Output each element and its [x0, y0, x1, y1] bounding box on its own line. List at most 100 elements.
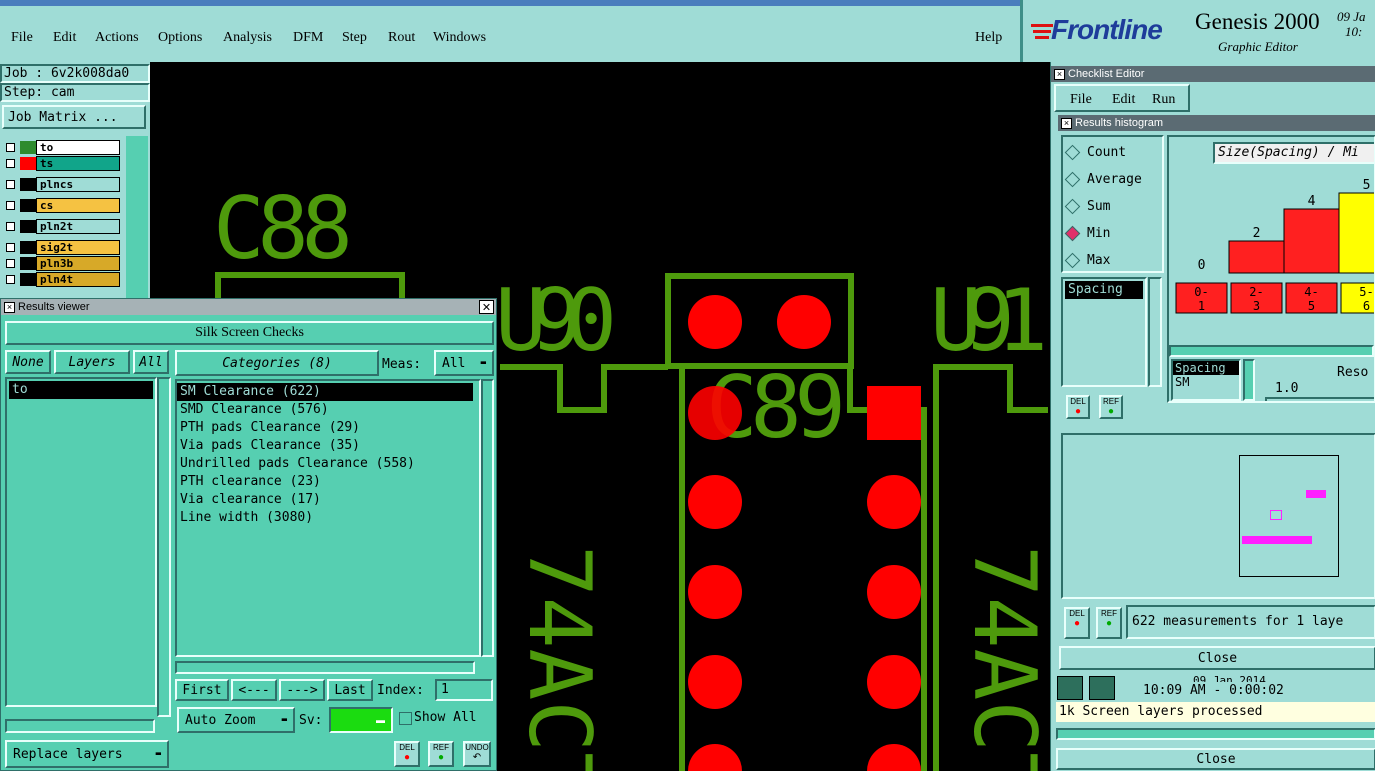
show-all-checkbox[interactable]	[399, 712, 412, 725]
layer-name[interactable]: to	[36, 140, 120, 155]
checklist-close-button[interactable]: Close	[1056, 748, 1375, 770]
layers-vscroll[interactable]	[157, 377, 171, 717]
category-item[interactable]: Undrilled pads Clearance (558)	[177, 455, 479, 473]
minimap[interactable]	[1239, 455, 1339, 577]
menu-help[interactable]: Help	[975, 30, 1002, 46]
histogram-option-count[interactable]: Count	[1064, 142, 1126, 162]
layer-color-swatch[interactable]	[20, 157, 36, 170]
categories-button[interactable]: Categories (8)	[175, 350, 379, 376]
category-item[interactable]: SM Clearance (622)	[177, 383, 473, 401]
category-item[interactable]: Via pads Clearance (35)	[177, 437, 479, 455]
menu-rout[interactable]: Rout	[388, 30, 415, 46]
sv-color-select[interactable]: ▬	[329, 707, 393, 733]
undo-button[interactable]: UNDO ↶	[463, 741, 491, 767]
job-matrix-button[interactable]: Job Matrix ...	[2, 105, 146, 129]
layer-color-swatch[interactable]	[20, 199, 36, 212]
histogram-option-sum[interactable]: Sum	[1064, 196, 1110, 216]
histogram-list2[interactable]: Spacing SM	[1171, 359, 1241, 401]
histogram-list1-scroll[interactable]	[1148, 277, 1162, 387]
meas-select[interactable]: All ▬	[434, 350, 494, 376]
layer-row-pln3b[interactable]: pln3b	[2, 256, 122, 271]
last-button[interactable]: Last	[327, 679, 373, 701]
run-all-icon[interactable]	[1089, 676, 1115, 700]
layer-checkbox[interactable]	[6, 143, 15, 152]
layer-checkbox[interactable]	[6, 180, 15, 189]
histogram-bar[interactable]	[1338, 192, 1374, 274]
layer-name[interactable]: sig2t	[36, 240, 120, 255]
layer-name[interactable]: pln3b	[36, 256, 120, 271]
histogram-option-min[interactable]: Min	[1064, 223, 1110, 243]
histogram-option-average[interactable]: Average	[1064, 169, 1142, 189]
checklist-menu-file[interactable]: File	[1070, 92, 1092, 108]
histogram-list1-item[interactable]: Spacing	[1065, 281, 1143, 299]
layer-name[interactable]: plncs	[36, 177, 120, 192]
index-input[interactable]: 1	[435, 679, 493, 701]
category-item[interactable]: Via clearance (17)	[177, 491, 479, 509]
results-viewer-titlebar[interactable]: × Results viewer	[1, 299, 496, 315]
histogram-refresh-button[interactable]: REF ●	[1099, 395, 1123, 419]
histogram-bar[interactable]	[1228, 240, 1285, 274]
menu-actions[interactable]: Actions	[95, 30, 139, 46]
layer-row-ts[interactable]: ts	[2, 156, 122, 171]
layer-row-to[interactable]: to	[2, 140, 122, 155]
minimap-refresh-button[interactable]: REF ●	[1096, 607, 1122, 639]
layers-list-item[interactable]: to	[9, 381, 153, 399]
layer-color-swatch[interactable]	[20, 178, 36, 191]
all-layers-button[interactable]: All	[133, 350, 169, 374]
radio-diamond-icon[interactable]	[1064, 252, 1081, 268]
window-menu-icon[interactable]: ×	[4, 301, 15, 313]
footer-hscroll[interactable]	[1056, 728, 1375, 740]
layer-name[interactable]: cs	[36, 198, 120, 213]
menu-step[interactable]: Step	[342, 30, 367, 46]
refresh-button[interactable]: REF ●	[428, 741, 454, 767]
histogram-list2-scroll[interactable]	[1243, 359, 1255, 401]
histogram-delete-button[interactable]: DEL ●	[1066, 395, 1090, 419]
histogram-bar[interactable]	[1283, 208, 1340, 274]
categories-hscroll[interactable]	[175, 661, 475, 674]
layer-checkbox[interactable]	[6, 259, 15, 268]
layer-scrollbar[interactable]	[126, 136, 148, 302]
layer-checkbox[interactable]	[6, 201, 15, 210]
categories-listbox[interactable]: SM Clearance (622) SMD Clearance (576) PTH…	[175, 379, 481, 657]
layer-color-swatch[interactable]	[20, 220, 36, 233]
none-button[interactable]: None	[5, 350, 51, 374]
histogram-chart-hscroll[interactable]	[1169, 345, 1374, 357]
radio-diamond-icon[interactable]	[1064, 171, 1081, 187]
radio-diamond-icon[interactable]	[1064, 225, 1081, 241]
menu-dfm[interactable]: DFM	[293, 30, 323, 46]
layers-button[interactable]: Layers	[54, 350, 130, 374]
layer-name[interactable]: pln4t	[36, 272, 120, 287]
window-menu-icon[interactable]: ×	[1054, 68, 1065, 80]
layer-checkbox[interactable]	[6, 222, 15, 231]
run-icon[interactable]	[1057, 676, 1083, 700]
layer-name[interactable]: pln2t	[36, 219, 120, 234]
menu-options[interactable]: Options	[158, 30, 202, 46]
histogram-option-max[interactable]: Max	[1064, 250, 1110, 270]
menu-windows[interactable]: Windows	[433, 30, 486, 46]
close-icon[interactable]: ✕	[479, 300, 494, 314]
layer-row-pln2t[interactable]: pln2t	[2, 219, 122, 234]
layer-row-plncs[interactable]: plncs	[2, 177, 122, 192]
histogram-list2-item[interactable]: SM	[1173, 375, 1239, 389]
layer-row-pln4t[interactable]: pln4t	[2, 272, 122, 287]
layer-color-swatch[interactable]	[20, 257, 36, 270]
replace-layers-select[interactable]: Replace layers ▬	[5, 740, 169, 768]
checklist-menu-run[interactable]: Run	[1152, 92, 1175, 108]
auto-zoom-select[interactable]: Auto Zoom ▬	[177, 707, 295, 733]
checklist-menu-edit[interactable]: Edit	[1112, 92, 1135, 108]
menu-analysis[interactable]: Analysis	[223, 30, 272, 46]
next-button[interactable]: --->	[279, 679, 325, 701]
category-item[interactable]: PTH clearance (23)	[177, 473, 479, 491]
layer-color-swatch[interactable]	[20, 141, 36, 154]
histogram-close-button[interactable]: Close	[1059, 646, 1375, 670]
checklist-editor-titlebar[interactable]: × Checklist Editor	[1051, 66, 1375, 82]
layer-row-cs[interactable]: cs	[2, 198, 122, 213]
minimap-delete-button[interactable]: DEL ●	[1064, 607, 1090, 639]
layers-listbox[interactable]: to	[5, 377, 157, 707]
histogram-list1[interactable]: Spacing	[1061, 277, 1147, 387]
layer-color-swatch[interactable]	[20, 273, 36, 286]
layer-color-swatch[interactable]	[20, 241, 36, 254]
menu-file[interactable]: File	[11, 30, 33, 46]
menu-edit[interactable]: Edit	[53, 30, 76, 46]
histogram-list2-item[interactable]: Spacing	[1173, 361, 1239, 375]
